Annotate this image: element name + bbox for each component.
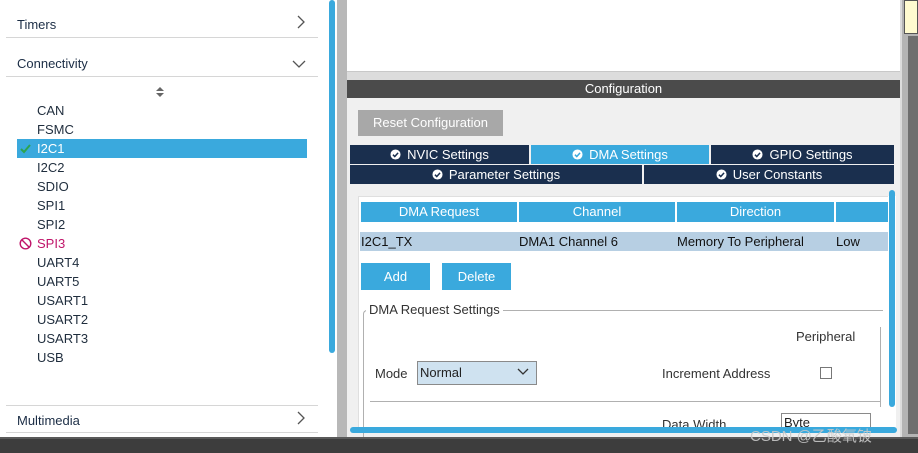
peripheral-label: SDIO	[37, 179, 69, 194]
table-row[interactable]	[360, 232, 888, 251]
category-multimedia[interactable]: Multimedia	[6, 407, 318, 433]
tab-label: GPIO Settings	[769, 147, 853, 162]
category-separator	[6, 405, 318, 406]
table-cell-direction: Memory To Peripheral	[677, 234, 804, 249]
add-button[interactable]: Add	[361, 263, 430, 290]
peripheral-item-usb[interactable]: USB	[17, 348, 307, 367]
peripheral-item-usart2[interactable]: USART2	[17, 310, 307, 329]
peripheral-item-spi2[interactable]: SPI2	[17, 215, 307, 234]
configuration-header: Configuration	[347, 80, 900, 98]
check-circle-icon	[752, 149, 763, 160]
tab-dma-settings[interactable]: DMA Settings	[531, 145, 711, 164]
category-connectivity[interactable]: Connectivity	[6, 50, 318, 76]
peripheral-label: USART3	[37, 331, 89, 346]
column-header-direction[interactable]: Direction	[677, 202, 834, 222]
peripheral-label: SPI2	[37, 217, 66, 232]
category-timers-label: Timers	[17, 16, 57, 32]
category-separator	[6, 432, 318, 433]
peripheral-item-uart4[interactable]: UART4	[17, 253, 307, 272]
left-scrollbar-thumb[interactable]	[329, 0, 335, 353]
table-cell-request: I2C1_TX	[361, 234, 413, 249]
peripheral-item-spi1[interactable]: SPI1	[17, 196, 307, 215]
tab-user-constants[interactable]: User Constants	[644, 165, 894, 184]
table-cell-channel: DMA1 Channel 6	[519, 234, 618, 249]
tab-parameter-settings[interactable]: Parameter Settings	[350, 165, 644, 184]
check-circle-icon	[432, 169, 443, 180]
category-connectivity-label: Connectivity	[17, 55, 88, 71]
check-circle-icon	[572, 149, 583, 160]
peripheral-item-i2c1[interactable]: I2C1	[17, 139, 307, 158]
peripheral-item-usart3[interactable]: USART3	[17, 329, 307, 348]
tab-label: User Constants	[732, 167, 823, 182]
settings-vertical-scrollbar[interactable]	[889, 190, 895, 407]
peripheral-item-i2c2[interactable]: I2C2	[17, 158, 307, 177]
category-separator	[6, 76, 318, 77]
check-circle-icon	[716, 169, 727, 180]
tab-label: DMA Settings	[589, 147, 668, 162]
column-header-priority[interactable]	[836, 202, 888, 222]
mode-label: Mode	[375, 366, 408, 381]
peripheral-label: USB	[37, 350, 64, 365]
peripheral-label: I2C2	[37, 160, 65, 175]
chevron-right-icon	[296, 15, 306, 33]
peripheral-label: I2C1	[37, 141, 65, 156]
category-multimedia-label: Multimedia	[17, 412, 80, 428]
column-header-dma-request[interactable]: DMA Request	[361, 202, 517, 222]
chevron-down-icon	[517, 368, 529, 375]
category-panel: Timers Connectivity CAN FSMC I2C1 I2C2 SDIO S…	[0, 0, 328, 437]
peripheral-label: UART4	[37, 255, 80, 270]
peripheral-label: FSMC	[37, 122, 74, 137]
tab-gpio-settings[interactable]: GPIO Settings	[711, 145, 894, 164]
tab-label: NVIC Settings	[407, 147, 489, 162]
dma-request-settings-legend: DMA Request Settings	[366, 302, 503, 317]
category-separator	[6, 37, 318, 38]
tab-label: Parameter Settings	[448, 167, 561, 182]
category-timers[interactable]: Timers	[6, 11, 318, 37]
peripheral-label: USART2	[37, 312, 89, 327]
peripheral-item-usart1[interactable]: USART1	[17, 291, 307, 310]
panel-splitter[interactable]	[337, 0, 347, 437]
peripheral-label: UART5	[37, 274, 80, 289]
peripheral-item-spi3[interactable]: SPI3	[17, 234, 307, 253]
check-circle-icon	[390, 149, 401, 160]
peripheral-item-sdio[interactable]: SDIO	[17, 177, 307, 196]
table-cell-priority: Low	[836, 234, 860, 249]
chevron-down-icon	[292, 56, 306, 73]
settings-row-separator	[370, 401, 881, 402]
increment-address-label: Increment Address	[662, 366, 771, 381]
check-icon	[20, 144, 31, 154]
peripheral-increment-checkbox[interactable]	[820, 367, 832, 379]
reset-configuration-button[interactable]: Reset Configuration	[358, 110, 503, 136]
chevron-right-icon	[296, 411, 306, 429]
pinout-view-fragment	[904, 0, 918, 34]
peripheral-label: SPI1	[37, 198, 66, 213]
peripheral-item-fsmc[interactable]: FSMC	[17, 120, 307, 139]
outer-scrollbar[interactable]	[908, 36, 918, 434]
sort-icon[interactable]	[155, 86, 165, 98]
peripheral-item-uart5[interactable]: UART5	[17, 272, 307, 291]
watermark: CSDN @乙酸氧铍	[750, 428, 872, 445]
delete-button[interactable]: Delete	[442, 263, 511, 290]
peripheral-label: USART1	[37, 293, 89, 308]
blocked-icon	[19, 237, 32, 250]
column-header-channel[interactable]: Channel	[519, 202, 675, 222]
peripheral-item-can[interactable]: CAN	[17, 101, 307, 120]
tab-nvic-settings[interactable]: NVIC Settings	[350, 145, 531, 164]
peripheral-label: SPI3	[37, 236, 66, 251]
peripheral-column-label: Peripheral	[796, 329, 856, 344]
settings-column-separator	[880, 327, 881, 407]
mode-panel	[347, 0, 900, 72]
peripheral-label: CAN	[37, 103, 65, 118]
